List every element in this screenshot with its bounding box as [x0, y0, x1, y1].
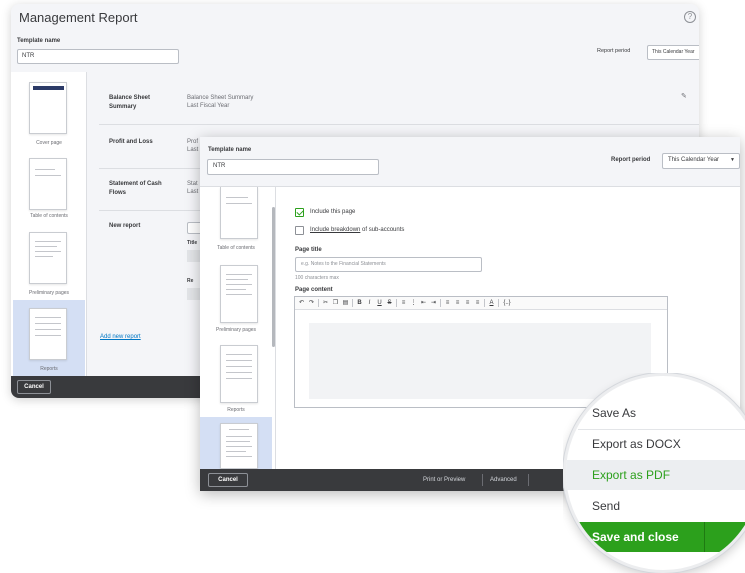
row-value: Balance Sheet Summary Last Fiscal Year: [187, 95, 254, 109]
row-value: Prof Last: [187, 139, 199, 153]
period-label: Re: [187, 278, 194, 284]
template-name-label: Template name: [208, 147, 252, 153]
thumbnail-caption: Table of contents: [30, 213, 68, 219]
align-right-icon[interactable]: ≡: [464, 298, 471, 308]
include-page-checkbox[interactable]: [295, 208, 304, 217]
indent-icon[interactable]: ⇥: [430, 298, 437, 308]
row-title: Profit and Loss: [109, 139, 153, 145]
report-period-select[interactable]: This Calendar Year: [647, 45, 699, 60]
sidebar-scrollbar[interactable]: [272, 207, 275, 347]
insert-field-icon[interactable]: {..}: [502, 298, 512, 308]
reports-thumbnail-selected[interactable]: Reports: [13, 300, 85, 376]
row-title: New report: [109, 223, 141, 229]
reports-thumbnail: [29, 308, 67, 360]
italic-button[interactable]: I: [366, 298, 373, 308]
row-divider: [99, 124, 699, 125]
reports-thumbnail[interactable]: [220, 345, 258, 403]
preliminary-pages-thumbnail[interactable]: [220, 265, 258, 323]
page-content-label: Page content: [295, 287, 333, 293]
table-of-contents-thumbnail[interactable]: [220, 187, 258, 239]
thumbnail-caption: Preliminary pages: [215, 327, 257, 333]
outdent-icon[interactable]: ⇤: [420, 298, 427, 308]
copy-icon[interactable]: ❐: [332, 298, 339, 308]
preliminary-pages-thumbnail[interactable]: [29, 232, 67, 284]
page-title-placeholder: e.g. Notes to the Financial Statements: [301, 261, 386, 267]
redo-icon[interactable]: ↷: [308, 298, 315, 308]
cancel-button[interactable]: Cancel: [17, 380, 51, 394]
title-label: Title: [187, 240, 198, 246]
row-title: Statement of Cash Flows: [109, 181, 162, 196]
thumbnail-caption: Reports: [40, 366, 58, 372]
selected-page-thumbnail[interactable]: [200, 417, 272, 469]
include-breakdown-label: Include breakdown of sub-accounts: [310, 227, 405, 233]
export-docx-menu-item[interactable]: Export as DOCX: [566, 429, 745, 459]
font-color-icon[interactable]: A: [488, 298, 495, 308]
table-of-contents-thumbnail[interactable]: [29, 158, 67, 210]
report-period-select[interactable]: This Calendar Year ▼: [662, 153, 740, 169]
save-split-divider: [704, 522, 705, 552]
window-title: Management Report: [19, 10, 138, 25]
cover-page-thumbnail[interactable]: [29, 82, 67, 134]
export-pdf-menu-item[interactable]: Export as PDF: [566, 460, 745, 490]
row-value: Stat Last: [187, 181, 199, 195]
bold-button[interactable]: B: [356, 298, 363, 308]
template-name-input[interactable]: NTR: [207, 159, 379, 175]
underline-button[interactable]: U: [376, 298, 383, 308]
edit-pencil-icon[interactable]: ✎: [681, 92, 687, 100]
strikethrough-button[interactable]: S: [386, 298, 393, 308]
numbered-list-icon[interactable]: ≡: [400, 298, 407, 308]
cut-icon[interactable]: ✂: [322, 298, 329, 308]
undo-icon[interactable]: ↶: [298, 298, 305, 308]
align-left-icon[interactable]: ≡: [444, 298, 451, 308]
include-breakdown-checkbox[interactable]: [295, 226, 304, 235]
advanced-button[interactable]: Advanced: [490, 469, 517, 491]
chevron-down-icon: ▼: [730, 157, 735, 163]
paste-icon[interactable]: ▤: [342, 298, 349, 308]
include-breakdown-link[interactable]: Include breakdown: [310, 227, 360, 233]
thumbnail-caption: Table of contents: [217, 245, 255, 251]
page-title-label: Page title: [295, 247, 322, 253]
save-menu-popup: Save As Export as DOCX Export as PDF Sen…: [563, 373, 745, 573]
thumbnail-caption: Preliminary pages: [28, 290, 70, 296]
footer-divider: [528, 474, 529, 486]
thumbnail-caption: Reports: [227, 407, 245, 413]
include-page-label: Include this page: [310, 209, 356, 215]
page-title-input[interactable]: e.g. Notes to the Financial Statements: [295, 257, 482, 272]
align-justify-icon[interactable]: ≡: [474, 298, 481, 308]
add-new-report-link[interactable]: Add new report: [100, 334, 141, 340]
template-name-input[interactable]: NTR: [17, 49, 179, 64]
print-preview-button[interactable]: Print or Preview: [423, 469, 465, 491]
align-center-icon[interactable]: ≡: [454, 298, 461, 308]
save-and-close-button[interactable]: Save and close: [566, 522, 745, 552]
report-period-value: This Calendar Year: [668, 157, 720, 163]
thumbnail-caption: Cover page: [36, 140, 62, 146]
save-menu-magnifier: Save As Export as DOCX Export as PDF Sen…: [563, 373, 745, 573]
editor-toolbar: ↶ ↷ ✂ ❐ ▤ B I U S ≡ ⋮ ⇤ ⇥ ≡ ≡ ≡ ≡ A {..}: [295, 297, 667, 310]
report-period-label: Report period: [611, 157, 651, 163]
page-thumbnail: [220, 423, 258, 469]
bulleted-list-icon[interactable]: ⋮: [410, 298, 417, 308]
footer-divider: [482, 474, 483, 486]
help-icon[interactable]: ?: [684, 11, 696, 23]
cancel-button[interactable]: Cancel: [208, 473, 248, 487]
report-period-label: Report period: [597, 48, 631, 54]
send-menu-item[interactable]: Send: [566, 491, 745, 521]
template-name-label: Template name: [17, 38, 61, 44]
header: Template name NTR Report period This Cal…: [200, 137, 740, 187]
save-as-menu-item[interactable]: Save As: [566, 398, 745, 428]
row-title: Balance Sheet Summary: [109, 95, 151, 110]
char-limit-hint: 100 characters max: [295, 275, 339, 281]
